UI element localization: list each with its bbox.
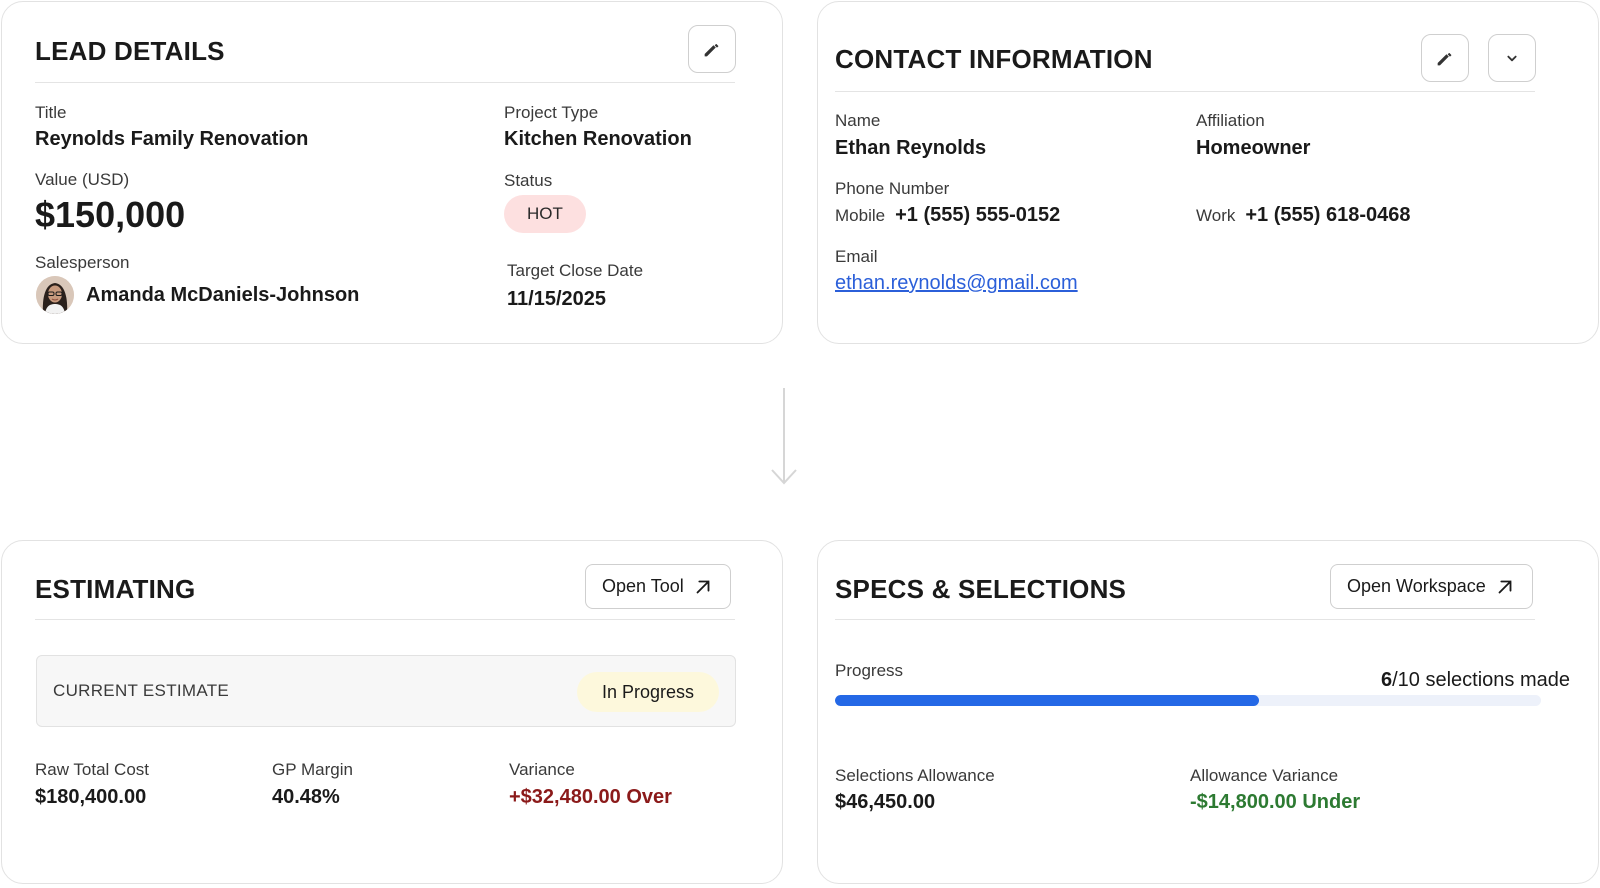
current-estimate-box[interactable]: CURRENT ESTIMATE In Progress: [36, 655, 736, 727]
current-estimate-label: CURRENT ESTIMATE: [53, 681, 230, 700]
name-label: Name: [835, 111, 881, 130]
affiliation-value: Homeowner: [1196, 137, 1311, 159]
contact-information-title: CONTACT INFORMATION: [835, 44, 1153, 74]
target-close-label: Target Close Date: [507, 261, 644, 280]
chevron-down-icon: [1507, 55, 1517, 62]
project-type-label: Project Type: [504, 103, 599, 122]
lead-edit-button[interactable]: [688, 25, 736, 73]
work-label: Work: [1196, 206, 1236, 225]
open-workspace-label: Open Workspace: [1347, 576, 1486, 596]
estimate-status-badge: In Progress: [576, 672, 719, 712]
gp-margin-value: 40.48%: [272, 786, 340, 808]
allowance-variance-label: Allowance Variance: [1190, 766, 1339, 785]
lead-value-amount: $150,000: [35, 194, 186, 235]
affiliation-label: Affiliation: [1196, 111, 1265, 130]
status-label: Status: [504, 171, 553, 190]
variance-value: +$32,480.00 Over: [509, 786, 672, 808]
mobile-phone: Mobile +1 (555) 555-0152: [835, 204, 1060, 227]
salesperson-name: Amanda McDaniels-Johnson: [86, 284, 360, 306]
pencil-icon: [704, 44, 719, 57]
person-avatar-icon: [36, 276, 74, 314]
open-workspace-button[interactable]: Open Workspace: [1330, 564, 1533, 609]
progress-label: Progress: [835, 661, 904, 680]
pencil-icon: [1437, 53, 1452, 66]
selections-progress-fill: [835, 695, 1259, 706]
salesperson-label: Salesperson: [35, 253, 130, 272]
arrow-up-right-icon: [1498, 580, 1512, 593]
allowance-variance-value: -$14,800.00 Under: [1190, 791, 1361, 813]
mobile-label: Mobile: [835, 206, 886, 225]
contact-name-value: Ethan Reynolds: [835, 137, 987, 159]
contact-edit-button[interactable]: [1421, 34, 1469, 82]
lead-details-title: LEAD DETAILS: [35, 36, 225, 66]
salesperson-avatar: [36, 276, 74, 314]
raw-total-cost-value: $180,400.00: [35, 786, 147, 808]
open-tool-label: Open Tool: [602, 576, 684, 596]
arrow-up-right-icon: [696, 580, 710, 593]
arrow-down-icon: [771, 388, 797, 485]
raw-total-cost-label: Raw Total Cost: [35, 760, 150, 779]
work-phone-value[interactable]: +1 (555) 618-0468: [1245, 204, 1410, 226]
estimating-card: ESTIMATING Open Tool CURRENT ESTIMATE In…: [1, 540, 783, 884]
estimating-divider: [35, 619, 735, 620]
variance-label: Variance: [509, 760, 575, 779]
specs-divider: [835, 619, 1535, 620]
selections-count: 6/10 selections made: [1381, 669, 1570, 692]
project-type-value: Kitchen Renovation: [504, 128, 692, 150]
selections-progress-bar: [835, 695, 1541, 706]
selections-total: /10 selections made: [1392, 669, 1570, 691]
mobile-phone-value[interactable]: +1 (555) 555-0152: [895, 204, 1060, 226]
lead-title-value: Reynolds Family Renovation: [35, 128, 309, 150]
contact-expand-button[interactable]: [1488, 34, 1536, 82]
email-link[interactable]: ethan.reynolds@gmail.com: [835, 272, 1078, 295]
specs-selections-title: SPECS & SELECTIONS: [835, 574, 1127, 604]
estimating-title: ESTIMATING: [35, 574, 196, 604]
status-badge: HOT: [504, 195, 586, 233]
selections-allowance-label: Selections Allowance: [835, 766, 995, 785]
phone-number-label: Phone Number: [835, 179, 950, 198]
lead-details-card: LEAD DETAILS Title Reynolds Family Renov…: [1, 1, 783, 344]
contact-information-card: CONTACT INFORMATION Name Ethan Reynolds …: [817, 1, 1599, 344]
selections-allowance-value: $46,450.00: [835, 791, 936, 813]
specs-selections-card: SPECS & SELECTIONS Open Workspace Progre…: [817, 540, 1599, 884]
value-label: Value (USD): [35, 170, 130, 189]
target-close-value: 11/15/2025: [507, 288, 606, 310]
selections-made: 6: [1380, 669, 1393, 691]
contact-divider: [835, 91, 1535, 92]
gp-margin-label: GP Margin: [272, 760, 353, 779]
work-phone: Work +1 (555) 618-0468: [1196, 204, 1411, 227]
email-label: Email: [835, 247, 878, 266]
lead-title-label: Title: [35, 103, 67, 122]
open-tool-button[interactable]: Open Tool: [585, 564, 731, 609]
lead-divider: [35, 82, 735, 83]
